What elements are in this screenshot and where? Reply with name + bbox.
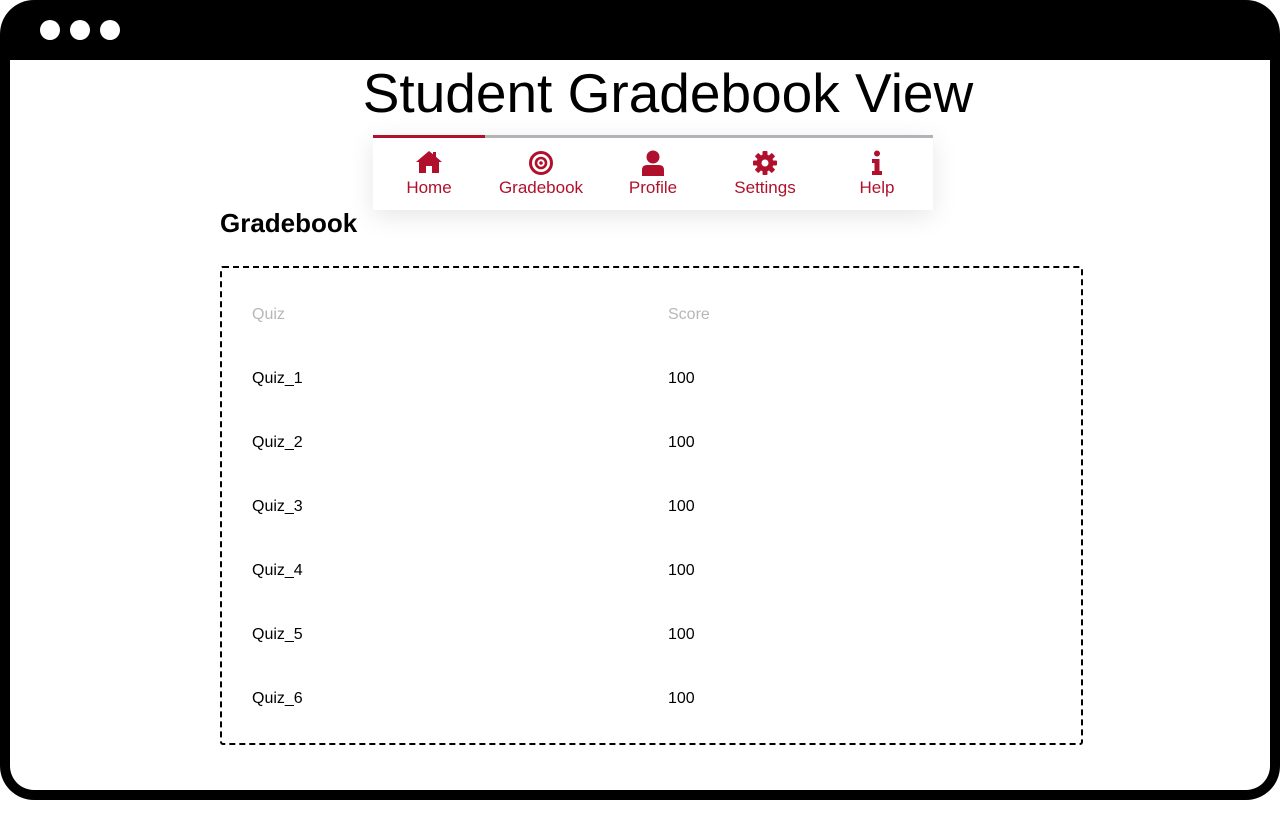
column-header-score: Score bbox=[668, 306, 710, 323]
target-icon bbox=[485, 150, 597, 176]
gear-icon bbox=[709, 150, 821, 176]
quiz-name-cell: Quiz_4 bbox=[252, 562, 303, 579]
nav-item-settings[interactable]: Settings bbox=[709, 138, 821, 207]
nav-item-home[interactable]: Home bbox=[373, 138, 485, 207]
quiz-score-cell: 100 bbox=[668, 434, 695, 451]
quiz-score-cell: 100 bbox=[668, 562, 695, 579]
window-dot-3 bbox=[100, 20, 120, 40]
info-icon bbox=[821, 150, 933, 176]
section-heading: Gradebook bbox=[220, 208, 358, 238]
nav-item-gradebook[interactable]: Gradebook bbox=[485, 138, 597, 207]
quiz-name-cell: Quiz_5 bbox=[252, 626, 303, 643]
nav-item-label: Gradebook bbox=[498, 178, 584, 197]
column-header-quiz: Quiz bbox=[252, 306, 285, 323]
quiz-score-cell: 100 bbox=[668, 626, 695, 643]
page-title: Student Gradebook View bbox=[362, 62, 974, 124]
home-icon bbox=[373, 150, 485, 176]
user-icon bbox=[597, 150, 709, 176]
nav-item-profile[interactable]: Profile bbox=[597, 138, 709, 207]
nav-bar: Home Gradebook Profile Settings Help bbox=[373, 135, 933, 210]
browser-window: Student Gradebook View Home Gradebook Pr… bbox=[0, 0, 1280, 800]
nav-item-label: Settings bbox=[734, 178, 796, 197]
nav-item-label: Home bbox=[406, 178, 452, 197]
nav-item-label: Help bbox=[859, 178, 895, 197]
quiz-name-cell: Quiz_3 bbox=[252, 498, 303, 515]
quiz-name-cell: Quiz_6 bbox=[252, 690, 303, 707]
window-dot-1 bbox=[40, 20, 60, 40]
quiz-score-cell: 100 bbox=[668, 690, 695, 707]
quiz-score-cell: 100 bbox=[668, 498, 695, 515]
quiz-name-cell: Quiz_2 bbox=[252, 434, 303, 451]
quiz-name-cell: Quiz_1 bbox=[252, 370, 303, 387]
page-viewport: Student Gradebook View Home Gradebook Pr… bbox=[10, 60, 1270, 790]
quiz-score-cell: 100 bbox=[668, 370, 695, 387]
gradebook-table: Quiz Score Quiz_1 100 Quiz_2 100 Quiz_3 … bbox=[220, 266, 1083, 745]
nav-item-help[interactable]: Help bbox=[821, 138, 933, 207]
window-dot-2 bbox=[70, 20, 90, 40]
nav-item-label: Profile bbox=[628, 178, 678, 197]
